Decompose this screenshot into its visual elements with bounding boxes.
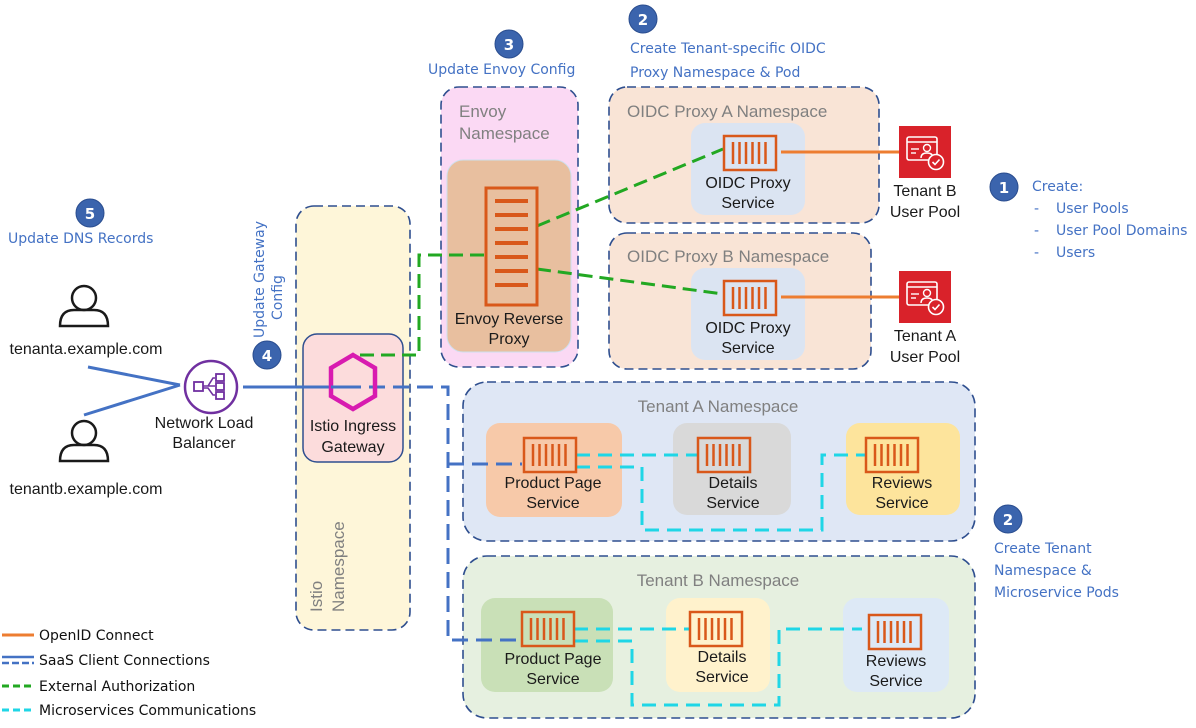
step-5-number: 5 (85, 205, 95, 223)
tenant-a-namespace-label: Tenant A Namespace (638, 397, 799, 416)
tenanta-domain-label: tenanta.example.com (10, 341, 163, 358)
step-3-label: Update Envoy Config (428, 62, 575, 78)
oidc-b-service-label-2: Service (721, 340, 774, 357)
istio-namespace-label-2: Namespace (329, 521, 348, 612)
step-2-tenant-number: 2 (1003, 511, 1013, 529)
step-1-dash-1: - (1034, 201, 1039, 217)
tenantb-domain-label: tenantb.example.com (10, 481, 163, 498)
tenant-a-reviews-label-2: Service (875, 495, 928, 512)
istio-namespace-label-1: Istio (307, 581, 326, 612)
step-1-title: Create: (1032, 179, 1083, 195)
tenant-a-user-pool-icon[interactable] (898, 270, 952, 324)
step-2-tenant-label-3: Microservice Pods (994, 585, 1119, 601)
step-1-dash-3: - (1034, 245, 1039, 261)
step-2-oidc-label-2: Proxy Namespace & Pod (630, 65, 800, 81)
step-3-number: 3 (504, 36, 514, 54)
tenant-b-details-label-1: Details (698, 649, 747, 666)
oidc-proxy-a-namespace-label: OIDC Proxy A Namespace (627, 102, 827, 121)
tenant-b-productpage-label-1: Product Page (505, 651, 602, 668)
tenant-b-namespace-label: Tenant B Namespace (637, 571, 800, 590)
step-1-dash-2: - (1034, 223, 1039, 239)
tenant-a-details-label-1: Details (709, 475, 758, 492)
step-1-item-2: User Pool Domains (1056, 223, 1187, 239)
envoy-proxy-label-2: Proxy (489, 331, 530, 348)
nlb-label-1: Network Load (155, 415, 254, 432)
legend-ext-auth-label: External Authorization (39, 679, 195, 695)
tenant-b-user-pool-icon[interactable] (898, 125, 952, 179)
tenant-b-reviews-label-1: Reviews (866, 653, 926, 670)
legend-openid-label: OpenID Connect (39, 628, 154, 644)
step-2-tenant-label-2: Namespace & (994, 563, 1092, 579)
tenant-a-reviews-label-1: Reviews (872, 475, 932, 492)
legend: OpenID Connect SaaS Client Connections E… (2, 628, 256, 719)
tenant-b-user-pool-label-1: Tenant B (893, 183, 956, 200)
istio-gateway-label-2: Gateway (321, 439, 384, 456)
tenant-b-productpage-label-2: Service (526, 671, 579, 688)
step-4-number: 4 (262, 347, 272, 365)
istio-gateway-label-1: Istio Ingress (310, 418, 396, 435)
step-1-number: 1 (999, 179, 1009, 197)
tenant-b-details-label-2: Service (695, 669, 748, 686)
network-load-balancer-icon[interactable] (183, 359, 239, 415)
tenantb-user-icon (58, 419, 110, 463)
legend-saas-label: SaaS Client Connections (39, 653, 210, 669)
tenant-b-user-pool-label-2: User Pool (890, 204, 960, 221)
oidc-a-service-label-2: Service (721, 195, 774, 212)
envoy-proxy-label-1: Envoy Reverse (455, 311, 564, 328)
step-5-label: Update DNS Records (8, 231, 153, 247)
saas-line-tenanta (87, 365, 181, 387)
oidc-proxy-b-namespace-label: OIDC Proxy B Namespace (627, 247, 829, 266)
tenant-a-details-label-2: Service (706, 495, 759, 512)
architecture-diagram: Envoy Namespace OIDC Proxy A Namespace O… (2, 4, 1187, 719)
step-1-item-1: User Pools (1056, 201, 1129, 217)
step-2-oidc-label-1: Create Tenant-specific OIDC (630, 41, 826, 57)
step-4-label-2: Config (270, 275, 286, 320)
step-4-label-1: Update Gateway (252, 221, 268, 338)
tenanta-user-icon (58, 284, 110, 328)
envoy-namespace-label-2: Namespace (459, 124, 550, 143)
tenant-a-productpage-label-2: Service (526, 495, 579, 512)
oidc-a-service-label-1: OIDC Proxy (705, 175, 790, 192)
tenant-a-user-pool-label-2: User Pool (890, 349, 960, 366)
oidc-b-service-label-1: OIDC Proxy (705, 320, 790, 337)
legend-micro-label: Microservices Communications (39, 703, 256, 719)
step-1-item-3: Users (1056, 245, 1095, 261)
tenant-b-reviews-label-2: Service (869, 673, 922, 690)
step-2-oidc-number: 2 (638, 11, 648, 29)
step-2-tenant-label-1: Create Tenant (994, 541, 1092, 557)
saas-line-tenantb (83, 383, 181, 417)
envoy-namespace-label-1: Envoy (459, 102, 507, 121)
tenant-a-user-pool-label-1: Tenant A (894, 328, 957, 345)
tenant-a-productpage-label-1: Product Page (505, 475, 602, 492)
nlb-label-2: Balancer (172, 435, 236, 452)
